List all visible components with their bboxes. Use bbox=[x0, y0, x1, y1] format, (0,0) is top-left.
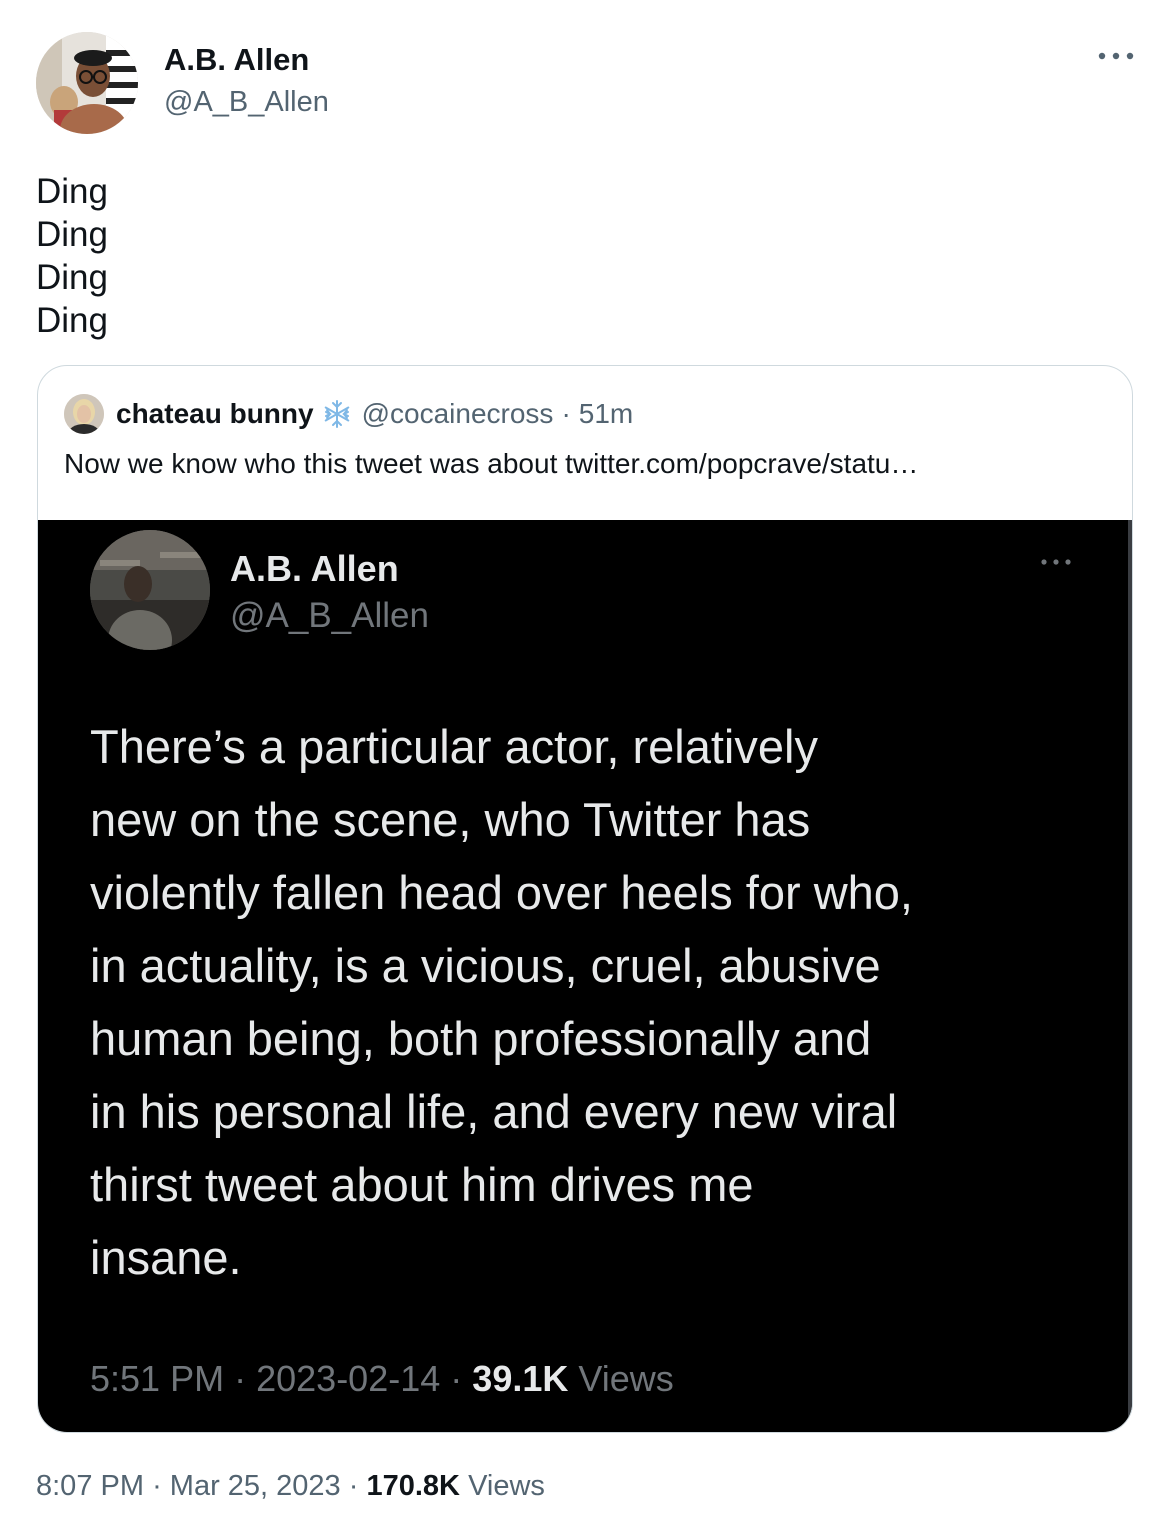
screenshot-time: 5:51 PM bbox=[90, 1358, 225, 1399]
tweet-time[interactable]: 8:07 PM bbox=[36, 1470, 144, 1502]
screenshot-tweet-text: There’s a particular actor, relatively n… bbox=[90, 710, 913, 1294]
quoted-timestamp[interactable]: 51m bbox=[579, 398, 633, 430]
quoted-author-avatar[interactable] bbox=[64, 394, 104, 434]
screenshot-meta: 5:51 PM · 2023-02-14 · 39.1K Views bbox=[90, 1358, 674, 1400]
tweet-date[interactable]: Mar 25, 2023 bbox=[170, 1470, 341, 1502]
screenshot-edge bbox=[1128, 520, 1132, 1432]
screenshot-line: human being, both professionally and bbox=[90, 1012, 872, 1065]
views-count: 170.8K bbox=[366, 1470, 460, 1502]
screenshot-line: in actuality, is a vicious, cruel, abusi… bbox=[90, 939, 881, 992]
screenshot-date: 2023-02-14 bbox=[256, 1358, 441, 1399]
tweet-line: Ding bbox=[36, 215, 108, 254]
separator-dot: · bbox=[234, 1358, 247, 1399]
screenshot-line: thirst tweet about him drives me bbox=[90, 1158, 754, 1211]
separator-dot: · bbox=[450, 1358, 463, 1399]
separator-dot: · bbox=[152, 1470, 162, 1502]
author-avatar[interactable] bbox=[36, 32, 138, 134]
quoted-tweet-header: chateau bunny @cocainecross · 51m bbox=[64, 394, 633, 434]
more-horizontal-icon bbox=[1038, 554, 1074, 570]
author-name[interactable]: A.B. Allen bbox=[164, 42, 309, 78]
screenshot-views-count: 39.1K bbox=[472, 1358, 569, 1399]
screenshot-line: There’s a particular actor, relatively bbox=[90, 720, 818, 773]
tweet-text: Ding Ding Ding Ding bbox=[36, 170, 108, 342]
tweet-header: A.B. Allen @A_B_Allen bbox=[36, 32, 1136, 136]
tweet-line: Ding bbox=[36, 172, 108, 211]
screenshot-line: new on the scene, who Twitter has bbox=[90, 793, 811, 846]
quoted-tweet-text: Now we know who this tweet was about twi… bbox=[64, 448, 919, 479]
separator-dot: · bbox=[348, 1470, 359, 1502]
screenshot-line: in his personal life, and every new vira… bbox=[90, 1085, 898, 1138]
quoted-author-handle[interactable]: @cocainecross bbox=[362, 398, 554, 430]
screenshot-line: insane. bbox=[90, 1231, 242, 1284]
more-horizontal-icon[interactable] bbox=[1096, 46, 1136, 66]
screenshot-author-handle: @A_B_Allen bbox=[230, 596, 429, 635]
separator-dot: · bbox=[561, 398, 571, 429]
views-label: Views bbox=[468, 1470, 545, 1502]
tweet-line: Ding bbox=[36, 258, 108, 297]
tweet-footer: 8:07 PM · Mar 25, 2023 · 170.8K Views bbox=[36, 1470, 545, 1503]
author-handle[interactable]: @A_B_Allen bbox=[164, 86, 329, 119]
quoted-tweet[interactable]: chateau bunny @cocainecross · 51m Now we… bbox=[37, 365, 1133, 1433]
quoted-media-screenshot[interactable]: A.B. Allen @A_B_Allen There’s a particul… bbox=[38, 520, 1132, 1432]
screenshot-line: violently fallen head over heels for who… bbox=[90, 866, 913, 919]
snowflake-icon bbox=[322, 399, 352, 429]
screenshot-author-name: A.B. Allen bbox=[230, 548, 399, 589]
tweet-line: Ding bbox=[36, 301, 108, 340]
quoted-author-name[interactable]: chateau bunny bbox=[116, 398, 314, 430]
screenshot-author-avatar bbox=[90, 530, 210, 650]
screenshot-views-label: Views bbox=[578, 1358, 674, 1399]
